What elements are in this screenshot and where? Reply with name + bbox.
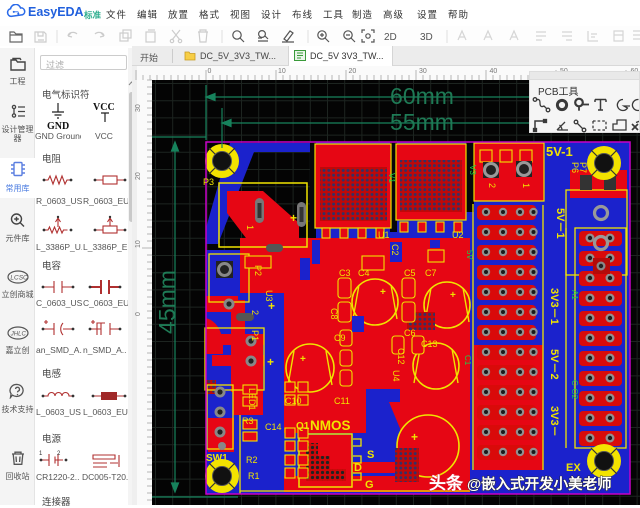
svg-text:C10: C10 (285, 396, 302, 406)
svg-text:Q1: Q1 (296, 421, 310, 432)
svg-text:45mm: 45mm (154, 270, 180, 334)
svg-text:D: D (354, 462, 362, 474)
svg-text:G: G (365, 479, 374, 491)
svg-text:U4: U4 (391, 370, 401, 382)
svg-text:C12: C12 (396, 348, 406, 365)
svg-text:C-O2: C-O2 (570, 380, 579, 400)
svg-text:C4: C4 (358, 268, 370, 278)
svg-text:C7: C7 (425, 268, 437, 278)
svg-text:55mm: 55mm (390, 109, 454, 135)
svg-text:20: 20 (349, 68, 357, 75)
svg-text:C11: C11 (334, 396, 350, 406)
svg-text:1: 1 (39, 451, 43, 457)
svg-text:+: + (380, 287, 386, 298)
svg-text:+: + (450, 290, 456, 301)
svg-text:40: 40 (490, 68, 498, 75)
svg-text:3D: 3D (420, 32, 433, 43)
svg-text:1: 1 (245, 225, 255, 230)
svg-text:2: 2 (250, 310, 260, 315)
svg-text:2D: 2D (384, 32, 397, 43)
svg-text:U1: U1 (378, 230, 390, 240)
svg-text:A1: A1 (570, 290, 579, 300)
svg-text:C13: C13 (421, 339, 438, 349)
svg-text:+: + (411, 430, 418, 444)
svg-text:P2: P2 (253, 265, 263, 276)
svg-text:P1: P1 (250, 330, 260, 341)
svg-text:C1: C1 (463, 355, 472, 366)
svg-text:@嵌入式开发小美老师: @嵌入式开发小美老师 (467, 475, 612, 493)
svg-text:+: + (290, 211, 297, 225)
svg-text:R1: R1 (248, 471, 260, 481)
svg-text:60mm: 60mm (390, 83, 454, 109)
svg-text:20: 20 (135, 172, 142, 180)
svg-text:+: + (267, 355, 274, 369)
svg-text:30: 30 (419, 68, 427, 75)
svg-text:SW1: SW1 (206, 453, 228, 464)
svg-text:LCSC: LCSC (10, 275, 28, 282)
svg-text:C5: C5 (404, 268, 416, 278)
svg-text:5V-1: 5V-1 (546, 144, 573, 159)
svg-text:LED1: LED1 (247, 388, 257, 411)
svg-text:5V－1: 5V－1 (554, 208, 566, 239)
svg-text:30: 30 (135, 104, 142, 112)
svg-text:0: 0 (208, 68, 212, 75)
svg-text:0: 0 (135, 312, 142, 316)
svg-text:V1: V1 (387, 173, 396, 183)
svg-text:5V－2: 5V－2 (548, 349, 560, 380)
svg-text:S: S (367, 449, 374, 461)
svg-text:R2: R2 (246, 455, 258, 465)
svg-text:头条: 头条 (429, 473, 464, 493)
svg-text:C14: C14 (265, 422, 282, 432)
svg-text:P3: P3 (203, 177, 214, 187)
svg-text:2: 2 (57, 451, 61, 457)
svg-text:2: 2 (487, 183, 497, 188)
svg-text:1: 1 (521, 183, 531, 188)
svg-text:C9: C9 (334, 333, 346, 343)
svg-text:3V3－: 3V3－ (548, 406, 560, 437)
svg-text:C3: C3 (339, 268, 351, 278)
svg-text:5V: 5V (465, 250, 474, 260)
svg-text:C8: C8 (329, 308, 339, 320)
svg-text:R3: R3 (242, 416, 254, 426)
svg-text:C6: C6 (404, 328, 416, 338)
svg-text:U2: U2 (452, 230, 464, 240)
svg-text:P7: P7 (578, 162, 588, 173)
svg-text:VCC: VCC (93, 102, 115, 113)
svg-text:+: + (300, 354, 306, 365)
svg-text:3V3－1: 3V3－1 (548, 288, 560, 325)
svg-text:V3: V3 (468, 165, 477, 175)
svg-text:C2: C2 (390, 244, 400, 256)
svg-text:JHLC: JHLC (9, 331, 26, 337)
svg-text:U3: U3 (264, 290, 274, 302)
svg-text:NMOS: NMOS (310, 418, 351, 433)
svg-text:10: 10 (278, 68, 286, 75)
svg-text:10: 10 (135, 240, 142, 248)
svg-text:EX: EX (566, 462, 581, 474)
